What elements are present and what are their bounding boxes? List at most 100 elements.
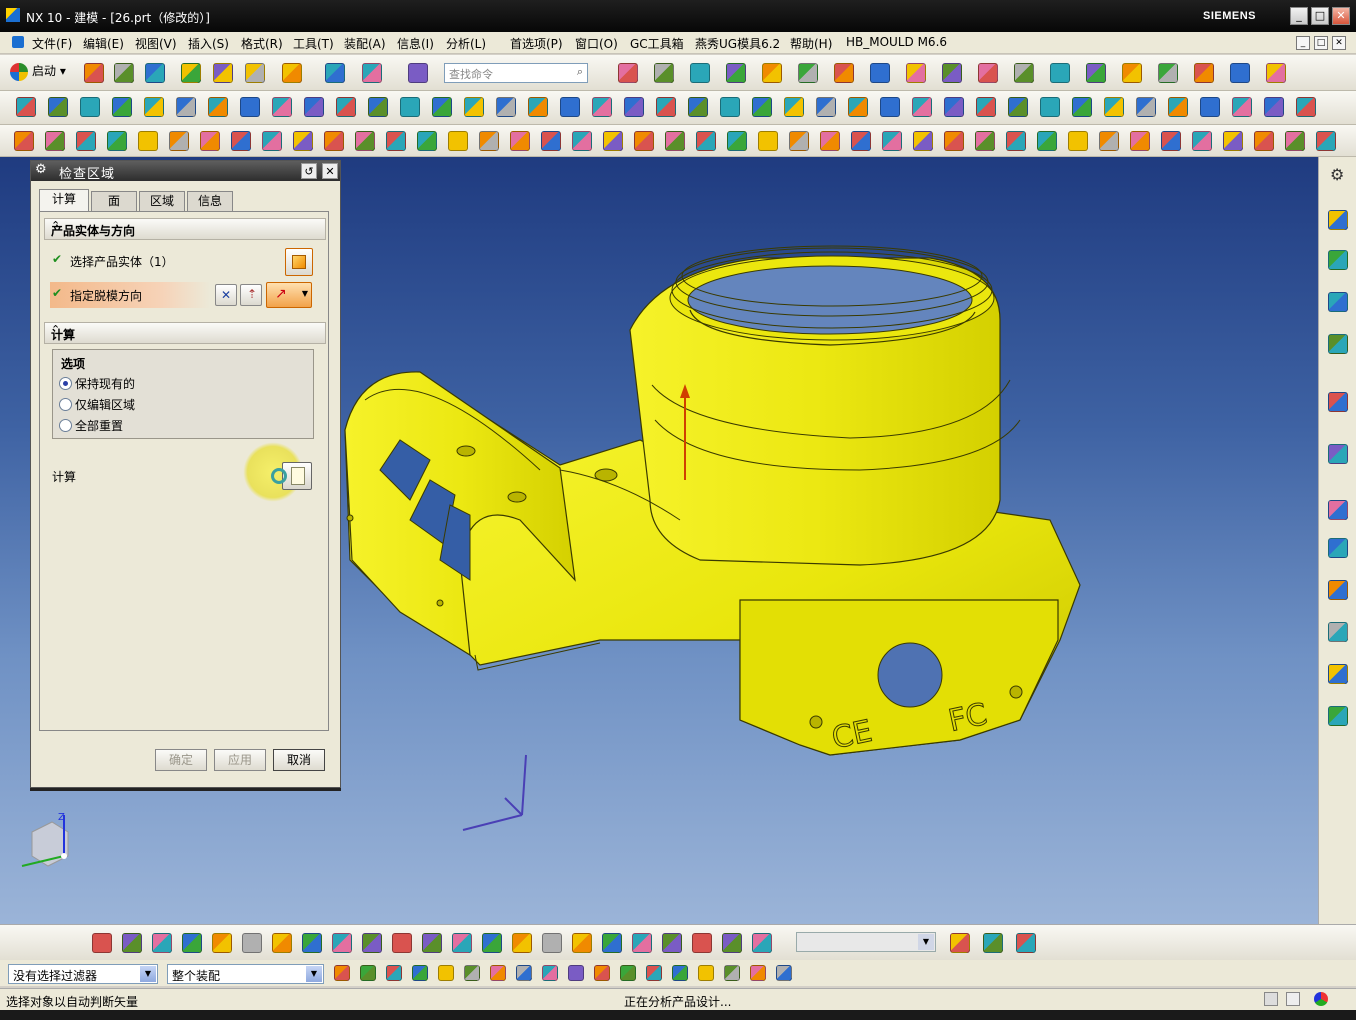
- select-body-button[interactable]: [285, 248, 313, 276]
- standard-toolbar-icon-27[interactable]: [1194, 63, 1214, 83]
- option-reset-all[interactable]: 全部重置: [59, 417, 123, 434]
- curve-toolbar-icon-36[interactable]: [1099, 131, 1119, 151]
- curve-toolbar-icon-42[interactable]: [1285, 131, 1305, 151]
- selection-toolbar-icon-20[interactable]: [662, 933, 682, 953]
- feature-toolbar-icon-39[interactable]: [1232, 97, 1252, 117]
- curve-toolbar-icon-38[interactable]: [1161, 131, 1181, 151]
- feature-toolbar-icon-8[interactable]: [240, 97, 260, 117]
- resource-bar-icon-7[interactable]: [1328, 500, 1348, 520]
- selection-toolbar-icon-23[interactable]: [752, 933, 772, 953]
- feature-toolbar-icon-12[interactable]: [368, 97, 388, 117]
- standard-toolbar-icon-4[interactable]: [181, 63, 201, 83]
- curve-toolbar-icon-43[interactable]: [1316, 131, 1336, 151]
- resource-bar-icon-9[interactable]: [1328, 580, 1348, 600]
- standard-toolbar-icon-23[interactable]: [1050, 63, 1070, 83]
- feature-toolbar-icon-33[interactable]: [1040, 97, 1060, 117]
- curve-toolbar-icon-27[interactable]: [820, 131, 840, 151]
- snap-toolbar-icon-17[interactable]: [750, 965, 766, 981]
- curve-toolbar-icon-2[interactable]: [45, 131, 65, 151]
- minimize-button[interactable]: _: [1290, 7, 1308, 25]
- feature-toolbar-icon-14[interactable]: [432, 97, 452, 117]
- snap-toolbar-icon-4[interactable]: [412, 965, 428, 981]
- standard-toolbar-icon-2[interactable]: [114, 63, 134, 83]
- feature-toolbar-icon-34[interactable]: [1072, 97, 1092, 117]
- curve-toolbar-icon-14[interactable]: [417, 131, 437, 151]
- curve-toolbar-icon-25[interactable]: [758, 131, 778, 151]
- feature-toolbar-icon-2[interactable]: [48, 97, 68, 117]
- view-toolbar-icon-2[interactable]: [983, 933, 1003, 953]
- vector-dialog-button[interactable]: ⇡: [240, 284, 262, 306]
- apply-button[interactable]: 应用: [214, 749, 266, 771]
- feature-toolbar-icon-29[interactable]: [912, 97, 932, 117]
- curve-toolbar-icon-1[interactable]: [14, 131, 34, 151]
- curve-toolbar-icon-21[interactable]: [634, 131, 654, 151]
- curve-toolbar-icon-30[interactable]: [913, 131, 933, 151]
- standard-toolbar-icon-13[interactable]: [690, 63, 710, 83]
- doc-restore-button[interactable]: □: [1314, 36, 1328, 50]
- selection-toolbar-icon-16[interactable]: [542, 933, 562, 953]
- feature-toolbar-icon-31[interactable]: [976, 97, 996, 117]
- menu-window[interactable]: 窗口(O): [575, 35, 618, 52]
- snap-toolbar-icon-2[interactable]: [360, 965, 376, 981]
- curve-toolbar-icon-31[interactable]: [944, 131, 964, 151]
- curve-toolbar-icon-6[interactable]: [169, 131, 189, 151]
- group-product-body[interactable]: 产品实体与方向 ⌃: [44, 218, 326, 240]
- curve-toolbar-icon-28[interactable]: [851, 131, 871, 151]
- curve-toolbar-icon-29[interactable]: [882, 131, 902, 151]
- standard-toolbar-icon-26[interactable]: [1158, 63, 1178, 83]
- reverse-direction-button[interactable]: ✕: [215, 284, 237, 306]
- snap-toolbar-icon-10[interactable]: [568, 965, 584, 981]
- menu-tools[interactable]: 工具(T): [293, 35, 334, 52]
- resource-bar-icon-8[interactable]: [1328, 538, 1348, 558]
- curve-toolbar-icon-4[interactable]: [107, 131, 127, 151]
- standard-toolbar-icon-6[interactable]: [245, 63, 265, 83]
- feature-toolbar-icon-32[interactable]: [1008, 97, 1028, 117]
- feature-toolbar-icon-20[interactable]: [624, 97, 644, 117]
- curve-toolbar-icon-10[interactable]: [293, 131, 313, 151]
- feature-toolbar-icon-19[interactable]: [592, 97, 612, 117]
- curve-toolbar-icon-9[interactable]: [262, 131, 282, 151]
- dialog-close-icon[interactable]: ✕: [322, 163, 338, 179]
- menu-yanxiu-mould[interactable]: 燕秀UG模具6.2: [695, 35, 780, 52]
- curve-toolbar-icon-15[interactable]: [448, 131, 468, 151]
- curve-toolbar-icon-24[interactable]: [727, 131, 747, 151]
- selection-toolbar-icon-12[interactable]: [422, 933, 442, 953]
- feature-toolbar-icon-10[interactable]: [304, 97, 324, 117]
- curve-toolbar-icon-41[interactable]: [1254, 131, 1274, 151]
- selection-toolbar-icon-4[interactable]: [182, 933, 202, 953]
- standard-toolbar-icon-16[interactable]: [798, 63, 818, 83]
- curve-toolbar-icon-12[interactable]: [355, 131, 375, 151]
- tab-calculate[interactable]: 计算: [39, 189, 89, 211]
- menu-view[interactable]: 视图(V): [135, 35, 177, 52]
- selection-toolbar-icon-3[interactable]: [152, 933, 172, 953]
- feature-toolbar-icon-1[interactable]: [16, 97, 36, 117]
- menu-help[interactable]: 帮助(H): [790, 35, 832, 52]
- curve-toolbar-icon-23[interactable]: [696, 131, 716, 151]
- selection-toolbar-icon-11[interactable]: [392, 933, 412, 953]
- standard-toolbar-icon-9[interactable]: [362, 63, 382, 83]
- selection-toolbar-icon-15[interactable]: [512, 933, 532, 953]
- calculate-button[interactable]: [271, 462, 312, 490]
- resource-bar-icon-1[interactable]: [1328, 210, 1348, 230]
- menu-assembly[interactable]: 装配(A): [344, 35, 386, 52]
- snap-toolbar-icon-13[interactable]: [646, 965, 662, 981]
- curve-toolbar-icon-37[interactable]: [1130, 131, 1150, 151]
- close-window-button[interactable]: ✕: [1332, 7, 1350, 25]
- selection-toolbar-icon-14[interactable]: [482, 933, 502, 953]
- snap-toolbar-icon-1[interactable]: [334, 965, 350, 981]
- curve-toolbar-icon-33[interactable]: [1006, 131, 1026, 151]
- menu-insert[interactable]: 插入(S): [188, 35, 229, 52]
- standard-toolbar-icon-19[interactable]: [906, 63, 926, 83]
- menu-info[interactable]: 信息(I): [397, 35, 434, 52]
- standard-toolbar-icon-24[interactable]: [1086, 63, 1106, 83]
- feature-toolbar-icon-22[interactable]: [688, 97, 708, 117]
- selection-toolbar-icon-1[interactable]: [92, 933, 112, 953]
- feature-toolbar-icon-36[interactable]: [1136, 97, 1156, 117]
- start-button[interactable]: 启动 ▾: [10, 62, 66, 81]
- feature-toolbar-icon-5[interactable]: [144, 97, 164, 117]
- feature-toolbar-icon-7[interactable]: [208, 97, 228, 117]
- selection-toolbar-icon-7[interactable]: [272, 933, 292, 953]
- curve-toolbar-icon-16[interactable]: [479, 131, 499, 151]
- selection-toolbar-icon-13[interactable]: [452, 933, 472, 953]
- standard-toolbar-icon-25[interactable]: [1122, 63, 1142, 83]
